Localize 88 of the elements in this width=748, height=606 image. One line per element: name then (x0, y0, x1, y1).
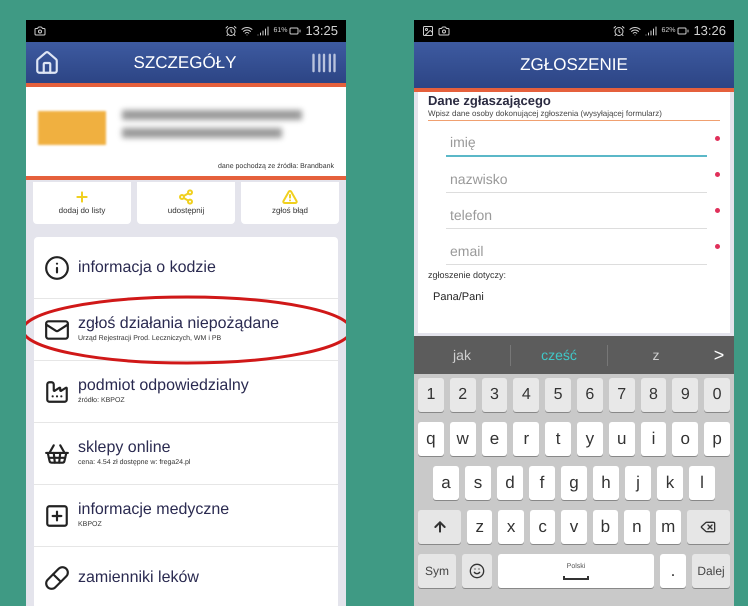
number-key[interactable]: 5 (545, 378, 571, 412)
action-button[interactable]: udostępnij (137, 182, 235, 224)
letter-key[interactable]: o (672, 422, 698, 456)
number-key[interactable]: 9 (672, 378, 698, 412)
number-key[interactable]: 0 (704, 378, 730, 412)
section-title: Dane zgłaszającego (428, 93, 552, 110)
battery-icon (289, 25, 302, 37)
menu-item-title: zgłoś działania niepożądane (78, 314, 280, 334)
letter-key[interactable]: p (704, 422, 730, 456)
alarm-icon (613, 25, 626, 37)
menu-item-title: informacje medyczne (78, 500, 230, 520)
product-photo-placeholder (38, 111, 106, 145)
subject-label: zgłoszenie dotyczy: (428, 269, 508, 282)
letter-key[interactable]: h (593, 466, 619, 500)
number-key[interactable]: 6 (576, 378, 603, 412)
letter-key[interactable]: k (657, 466, 683, 500)
action-button[interactable]: zgłoś błąd (241, 182, 339, 224)
clock-time: 13:25 (305, 22, 338, 40)
letter-key[interactable]: v (561, 510, 587, 544)
word-suggestion[interactable]: jak (414, 344, 510, 366)
backspace-icon (700, 519, 716, 535)
letter-key[interactable]: u (608, 422, 635, 456)
battery-icon (677, 25, 690, 37)
shift-key[interactable] (418, 510, 462, 544)
letter-key[interactable]: f (529, 466, 555, 500)
letter-key[interactable]: t (545, 422, 571, 456)
letter-key[interactable]: l (689, 466, 715, 500)
letter-key[interactable]: x (498, 510, 524, 544)
letter-key[interactable]: g (561, 466, 587, 500)
share-icon (178, 189, 194, 205)
info-icon (44, 254, 70, 280)
letter-key[interactable]: s (465, 466, 491, 500)
letter-key[interactable]: a (433, 466, 459, 500)
menu-item[interactable]: informacja o kodzie (34, 237, 338, 299)
number-key[interactable]: 7 (608, 378, 635, 412)
text-field[interactable]: telefon (446, 201, 707, 230)
function-key[interactable]: Sym (418, 554, 456, 588)
alarm-icon (225, 25, 238, 37)
number-key[interactable]: 3 (482, 378, 508, 412)
letter-key[interactable]: z (467, 510, 492, 544)
letter-key[interactable]: q (418, 422, 444, 456)
clock-time: 13:26 (693, 22, 726, 40)
smiley-icon (469, 563, 485, 579)
backspace-key[interactable] (686, 510, 730, 544)
screen-title: SZCZEGÓŁY (132, 52, 238, 74)
form-hint: Wpisz dane osoby dokonującej zgłoszenia (wysyłającej formularz) (428, 109, 720, 122)
camera-icon (438, 25, 450, 37)
letter-key[interactable]: e (482, 422, 508, 456)
number-key[interactable]: 1 (418, 378, 444, 412)
more-suggestions-arrow[interactable]: > (704, 342, 734, 368)
action-button[interactable]: dodaj do listy (33, 182, 131, 224)
letter-key[interactable]: m (656, 510, 681, 544)
number-key[interactable]: 8 (640, 378, 666, 412)
word-suggestion[interactable]: z (607, 344, 704, 366)
letter-key[interactable]: j (625, 466, 651, 500)
letter-key[interactable]: w (450, 422, 476, 456)
menu-item-title: sklepy online (78, 438, 172, 458)
function-key[interactable]: Dalej (692, 554, 730, 588)
letter-key[interactable]: c (530, 510, 556, 544)
letter-key[interactable]: n (624, 510, 650, 544)
letter-key[interactable]: y (576, 422, 603, 456)
text-field[interactable]: nazwisko (446, 165, 707, 194)
screen-title: ZGŁOSZENIE (520, 54, 628, 76)
menu-item-title: zamienniki leków (78, 568, 199, 588)
letter-key[interactable]: r (513, 422, 540, 456)
home-icon[interactable] (34, 50, 60, 76)
plus-square-icon (44, 502, 70, 528)
plus-icon (74, 189, 90, 205)
emoji-key[interactable] (462, 554, 492, 588)
number-key[interactable]: 4 (513, 378, 540, 412)
letter-key[interactable]: b (592, 510, 618, 544)
subject-dropdown[interactable]: Pana/Pani (433, 288, 720, 306)
warning-icon (282, 189, 298, 205)
text-field[interactable]: imię (446, 129, 707, 158)
menu-item[interactable]: zamienniki leków (34, 547, 338, 606)
menu-item-title: podmiot odpowiedzialny (78, 376, 249, 396)
number-key[interactable]: 2 (450, 378, 476, 412)
pill-icon (44, 564, 70, 590)
factory-icon (44, 378, 70, 404)
letter-key[interactable]: . (660, 554, 686, 588)
menu-item-title: informacja o kodzie (78, 258, 216, 278)
letter-key[interactable]: d (497, 466, 523, 500)
camera-icon (34, 25, 46, 37)
text-field[interactable]: email (446, 237, 707, 266)
picture-icon (422, 25, 434, 37)
signal-icon (645, 25, 658, 37)
letter-key[interactable]: i (640, 422, 666, 456)
signal-icon (257, 25, 270, 37)
